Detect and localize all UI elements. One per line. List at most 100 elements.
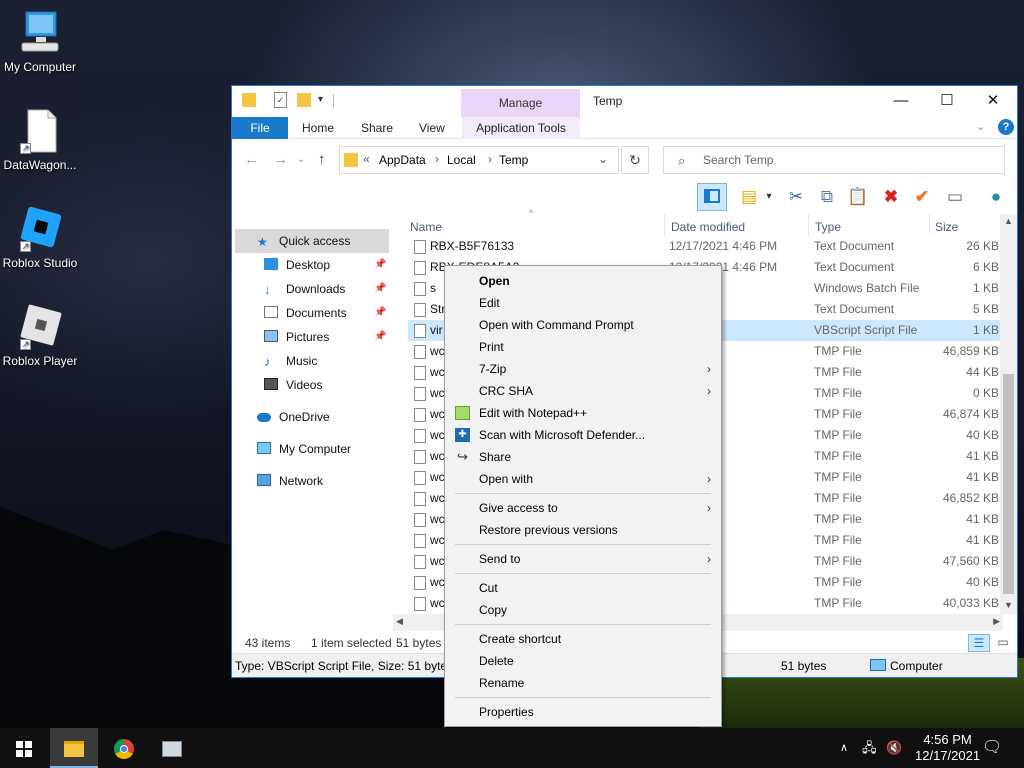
column-header-type[interactable]: Type <box>815 217 841 237</box>
search-box[interactable]: ⌕ Search Temp <box>663 146 1005 174</box>
scroll-down-icon[interactable]: ▼ <box>1004 600 1013 610</box>
up-icon[interactable]: ↑ <box>318 146 326 174</box>
sidebar-item-label: Pictures <box>286 330 330 344</box>
address-bar[interactable]: « AppData › Local › Temp ⌄ <box>339 146 619 174</box>
column-header-size[interactable]: Size <box>935 217 958 237</box>
new-item-icon[interactable]: ▭ <box>940 183 970 211</box>
taskbar-task-manager[interactable] <box>148 728 196 768</box>
menu-item-delete[interactable]: Delete <box>445 650 721 672</box>
menu-item-copy[interactable]: Copy <box>445 599 721 621</box>
sidebar-item-music[interactable]: ♪ Music <box>264 350 317 372</box>
paste-icon[interactable]: 📋 <box>843 183 873 211</box>
desktop-icon-my-computer[interactable]: My Computer <box>0 10 80 74</box>
start-button[interactable] <box>0 728 48 768</box>
preview-pane-icon[interactable] <box>697 183 727 211</box>
breadcrumb-appdata[interactable]: AppData <box>379 153 426 167</box>
menu-item-properties[interactable]: Properties <box>445 701 721 723</box>
menu-item-print[interactable]: Print <box>445 336 721 358</box>
clock[interactable]: 4:56 PM 12/17/2021 <box>915 732 980 768</box>
scroll-left-icon[interactable]: ◀ <box>396 616 403 627</box>
tab-view[interactable]: View <box>419 117 445 139</box>
vertical-scrollbar[interactable]: ▲ ▼ <box>1000 214 1017 614</box>
copy-icon[interactable]: ⧉ <box>812 183 842 211</box>
menu-item-7zip[interactable]: 7-Zip › <box>445 358 721 380</box>
tab-application-tools[interactable]: Application Tools <box>462 117 580 139</box>
action-center-icon[interactable]: 🗨 <box>982 728 1002 768</box>
file-size: 6 KB <box>972 260 999 274</box>
column-divider[interactable] <box>808 214 809 236</box>
sidebar-item-documents[interactable]: Documents <box>264 302 347 324</box>
network-tray-icon[interactable]: 🖧 <box>862 728 877 768</box>
title-bar[interactable]: ✓ ▾ Manage Temp — ☐ ✕ <box>232 86 1017 117</box>
details-view-button[interactable]: ☰ <box>968 634 990 652</box>
taskbar-file-explorer[interactable] <box>50 728 98 768</box>
menu-item-cut[interactable]: Cut <box>445 577 721 599</box>
breadcrumb-temp[interactable]: Temp <box>499 153 528 167</box>
menu-item-label: Rename <box>479 676 525 690</box>
menu-item-send-to[interactable]: Send to › <box>445 548 721 570</box>
help-icon[interactable]: ? <box>998 119 1014 135</box>
menu-item-open[interactable]: Open <box>445 270 721 292</box>
desktop-icon-datawagon[interactable]: ↗ DataWagon... <box>0 108 80 172</box>
scroll-thumb[interactable] <box>1003 374 1014 594</box>
desktop-icon-roblox-player[interactable]: ↗ Roblox Player <box>0 304 80 368</box>
file-type: TMP File <box>814 512 862 526</box>
scroll-up-icon[interactable]: ▲ <box>1004 216 1013 226</box>
properties-quick-icon[interactable]: ✓ <box>274 92 287 108</box>
scroll-right-icon[interactable]: ▶ <box>993 616 1000 627</box>
menu-item-defender-scan[interactable]: ✚ Scan with Microsoft Defender... <box>445 424 721 446</box>
recent-locations-icon[interactable]: ⌄ <box>297 146 305 174</box>
menu-item-share[interactable]: ↪ Share <box>445 446 721 468</box>
cut-icon[interactable]: ✂ <box>781 183 811 211</box>
tab-share[interactable]: Share <box>361 117 393 139</box>
menu-item-edit[interactable]: Edit <box>445 292 721 314</box>
desktop-icon-roblox-studio[interactable]: ↗ Roblox Studio <box>0 206 80 270</box>
new-folder-quick-icon[interactable] <box>297 93 311 107</box>
menu-item-open-command-prompt[interactable]: Open with Command Prompt <box>445 314 721 336</box>
address-dropdown-icon[interactable]: ⌄ <box>598 152 608 166</box>
menu-item-notepad-plus-plus[interactable]: Edit with Notepad++ <box>445 402 721 424</box>
rename-check-icon[interactable]: ✔ <box>907 183 937 211</box>
breadcrumb-overflow[interactable]: « <box>363 152 370 166</box>
back-icon[interactable]: ← <box>244 146 259 174</box>
close-button[interactable]: ✕ <box>970 86 1016 116</box>
sidebar-item-desktop[interactable]: Desktop <box>264 254 330 276</box>
menu-item-create-shortcut[interactable]: Create shortcut <box>445 628 721 650</box>
minimize-button[interactable]: — <box>878 86 924 116</box>
column-divider[interactable] <box>664 214 665 236</box>
refresh-button[interactable]: ↻ <box>621 146 649 174</box>
breadcrumb-local[interactable]: Local <box>447 153 476 167</box>
sidebar-item-pictures[interactable]: Pictures <box>264 326 329 348</box>
large-icons-view-button[interactable]: ▭ <box>992 634 1014 652</box>
tab-home[interactable]: Home <box>302 117 334 139</box>
tab-file[interactable]: File <box>232 117 288 139</box>
delete-icon[interactable]: ✖ <box>876 183 906 211</box>
column-divider[interactable] <box>929 214 930 236</box>
properties-icon[interactable]: ▤ <box>734 183 764 211</box>
manage-tab[interactable]: Manage <box>461 89 580 117</box>
sidebar-onedrive[interactable]: OneDrive <box>257 406 330 428</box>
menu-item-open-with[interactable]: Open with › <box>445 468 721 490</box>
quick-access-dropdown-icon[interactable]: ▾ <box>318 94 323 105</box>
globe-icon[interactable]: ● <box>981 183 1011 211</box>
sidebar-my-computer[interactable]: My Computer <box>257 438 351 460</box>
sidebar-quick-access[interactable]: ★ Quick access <box>257 230 350 252</box>
menu-item-give-access[interactable]: Give access to › <box>445 497 721 519</box>
sidebar-network[interactable]: Network <box>257 470 323 492</box>
menu-item-rename[interactable]: Rename <box>445 672 721 694</box>
sidebar-item-videos[interactable]: Videos <box>264 374 322 396</box>
sidebar-item-downloads[interactable]: ↓ Downloads <box>264 278 345 300</box>
ribbon-expand-icon[interactable]: ⌄ <box>976 120 985 133</box>
volume-muted-icon[interactable]: 🔇 <box>886 728 902 768</box>
properties-dropdown-icon[interactable]: ▾ <box>762 183 776 211</box>
menu-item-restore-versions[interactable]: Restore previous versions <box>445 519 721 541</box>
table-row[interactable]: RBX-B5F76133 12/17/2021 4:46 PM Text Docum… <box>408 236 1003 257</box>
taskbar-chrome[interactable] <box>100 728 148 768</box>
column-header-date[interactable]: Date modified <box>671 217 745 237</box>
tray-overflow-icon[interactable]: ∧ <box>840 728 848 768</box>
column-header-name[interactable]: Name <box>410 217 442 237</box>
details-size: 51 bytes <box>781 659 827 673</box>
menu-item-crc-sha[interactable]: CRC SHA › <box>445 380 721 402</box>
maximize-button[interactable]: ☐ <box>924 86 970 116</box>
forward-icon[interactable]: → <box>273 146 288 174</box>
